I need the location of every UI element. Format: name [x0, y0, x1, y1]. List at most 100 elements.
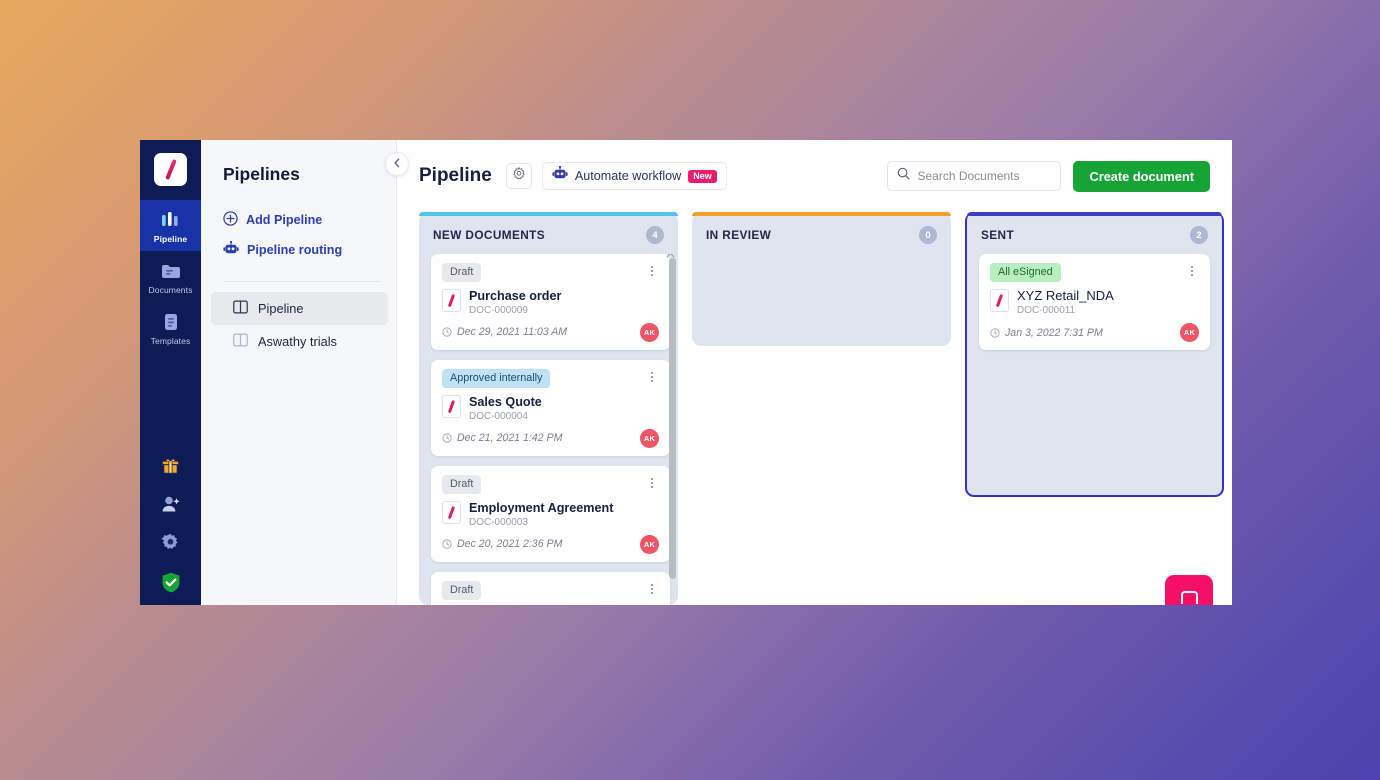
- card-top: Draft: [442, 580, 659, 601]
- robot-icon: [552, 165, 568, 186]
- sidebar-item-aswathy-trials[interactable]: Aswathy trials: [211, 325, 388, 358]
- rail-item-pipeline-label: Pipeline: [153, 234, 188, 244]
- status-badge: Draft: [442, 263, 482, 283]
- add-pipeline-button[interactable]: Add Pipeline: [201, 205, 396, 235]
- card-date: Dec 20, 2021 2:36 PM: [442, 538, 562, 550]
- chat-bubble-icon: [1180, 591, 1198, 604]
- search-input[interactable]: [917, 169, 1052, 183]
- document-icon: [442, 395, 461, 419]
- create-document-button[interactable]: Create document: [1073, 160, 1210, 192]
- card-doc-id: DOC-000003: [469, 516, 528, 528]
- card-main: XYZ Retail_NDA DOC-000011: [990, 289, 1199, 316]
- sidebar-item-pipeline[interactable]: Pipeline: [211, 292, 388, 325]
- card-menu-icon[interactable]: [645, 263, 659, 279]
- card-title: XYZ Retail_NDA: [1017, 288, 1114, 304]
- column-scrollbar[interactable]: [666, 254, 676, 579]
- status-badge: Approved internally: [442, 368, 551, 389]
- pipelines-panel-title: Pipelines: [223, 164, 300, 184]
- chat-support-button[interactable]: [1165, 575, 1213, 605]
- card-footer: Jan 3, 2022 7:31 PM AK: [990, 323, 1199, 343]
- card-menu-icon[interactable]: [645, 369, 659, 385]
- rail-item-templates[interactable]: Templates: [140, 302, 201, 353]
- document-icon: [442, 289, 461, 313]
- column-body: [692, 254, 951, 346]
- card-title: Sales Quote: [469, 395, 542, 410]
- card-footer: Dec 21, 2021 1:42 PM AK: [442, 428, 659, 448]
- rail-item-documents[interactable]: Documents: [140, 251, 201, 302]
- board-icon: [233, 333, 248, 350]
- pipeline-icon: [161, 209, 180, 231]
- card-date: Dec 21, 2021 1:42 PM: [442, 432, 562, 444]
- card-date-text: Dec 29, 2021 11:03 AM: [457, 326, 568, 339]
- pipelines-panel: Pipelines Add Pipeline Pipeline routing …: [201, 140, 409, 605]
- card-doc-id: DOC-000009: [469, 304, 528, 316]
- column-header: SENT 2: [967, 212, 1222, 254]
- page-title: Pipeline: [419, 165, 492, 186]
- gear-icon[interactable]: [161, 533, 180, 552]
- document-card[interactable]: Draft Purchase order DOC-000009 Dec 29, …: [431, 254, 670, 350]
- status-badge: All eSigned: [990, 263, 1061, 283]
- add-pipeline-label: Add Pipeline: [246, 213, 323, 227]
- robot-icon: [223, 240, 239, 259]
- card-menu-icon[interactable]: [645, 581, 659, 597]
- gift-icon[interactable]: [161, 456, 180, 475]
- clock-icon: [442, 539, 452, 549]
- avatar[interactable]: AK: [640, 534, 659, 554]
- card-title: Employment Agreement: [469, 501, 614, 516]
- search-documents-box[interactable]: [887, 161, 1062, 191]
- board-column-new-documents[interactable]: NEW DOCUMENTS 4 Draft Purchase order DOC…: [419, 212, 678, 605]
- board-column-in-review[interactable]: IN REVIEW 0: [692, 212, 951, 346]
- scroll-up-arrow-icon[interactable]: [666, 254, 675, 258]
- pipeline-settings-button[interactable]: [505, 163, 532, 189]
- logo-slash-icon: [164, 159, 177, 180]
- column-title: IN REVIEW: [706, 228, 772, 242]
- search-icon: [897, 167, 911, 185]
- card-date-text: Dec 20, 2021 2:36 PM: [457, 538, 563, 551]
- column-count-badge: 2: [1190, 226, 1208, 244]
- card-footer: Dec 20, 2021 2:36 PM AK: [442, 534, 659, 554]
- card-footer: Dec 29, 2021 11:03 AM AK: [442, 322, 659, 342]
- card-top: Draft: [442, 263, 659, 283]
- column-body: All eSigned XYZ Retail_NDA DOC-000011 Ja…: [967, 254, 1222, 495]
- collapse-sidebar-button[interactable]: [385, 152, 409, 176]
- card-doc-id: DOC-000004: [469, 410, 528, 422]
- card-doc-id: DOC-000011: [1017, 305, 1076, 317]
- column-count-badge: 4: [646, 226, 664, 244]
- avatar[interactable]: AK: [640, 428, 659, 448]
- document-card[interactable]: Draft: [431, 571, 670, 605]
- app-logo[interactable]: [154, 153, 187, 186]
- gear-icon: [512, 166, 526, 186]
- clock-icon: [990, 328, 1000, 338]
- document-icon: [990, 289, 1009, 313]
- avatar[interactable]: AK: [1180, 323, 1199, 343]
- column-header: IN REVIEW 0: [692, 212, 951, 254]
- column-count-badge: 0: [919, 226, 937, 244]
- document-icon: [442, 501, 461, 525]
- pipeline-routing-button[interactable]: Pipeline routing: [201, 235, 396, 265]
- card-menu-icon[interactable]: [645, 475, 659, 491]
- rail-item-pipeline[interactable]: Pipeline: [140, 200, 201, 251]
- chevron-left-icon: [393, 155, 401, 173]
- column-header: NEW DOCUMENTS 4: [419, 212, 678, 254]
- document-card[interactable]: Approved internally Sales Quote DOC-0000…: [431, 359, 670, 456]
- card-menu-icon[interactable]: [1185, 263, 1199, 279]
- icon-rail: Pipeline Documents Templates: [140, 140, 201, 605]
- main-area: Pipeline Automate workflow New Search Do…: [397, 140, 1232, 605]
- card-list: All eSigned XYZ Retail_NDA DOC-000011 Ja…: [979, 254, 1210, 351]
- automate-workflow-button[interactable]: Automate workflow New: [541, 162, 727, 190]
- clock-icon: [442, 433, 452, 443]
- card-top: Approved internally: [442, 368, 659, 389]
- rail-item-templates-label: Templates: [150, 336, 191, 346]
- card-top: Draft: [442, 474, 659, 495]
- column-body: Draft Purchase order DOC-000009 Dec 29, …: [419, 254, 678, 605]
- card-date-text: Dec 21, 2021 1:42 PM: [457, 432, 563, 445]
- add-user-icon[interactable]: [161, 495, 181, 513]
- card-date: Dec 29, 2021 11:03 AM: [442, 326, 567, 338]
- document-card[interactable]: All eSigned XYZ Retail_NDA DOC-000011 Ja…: [979, 254, 1210, 351]
- shield-check-icon[interactable]: [161, 572, 181, 593]
- avatar[interactable]: AK: [640, 322, 659, 342]
- rail-item-documents-label: Documents: [148, 285, 193, 295]
- document-card[interactable]: Draft Employment Agreement DOC-000003 De…: [431, 465, 670, 562]
- board-column-sent[interactable]: SENT 2 All eSigned XYZ Retail_NDA DOC-00…: [965, 212, 1224, 497]
- card-title: Purchase order: [469, 289, 562, 304]
